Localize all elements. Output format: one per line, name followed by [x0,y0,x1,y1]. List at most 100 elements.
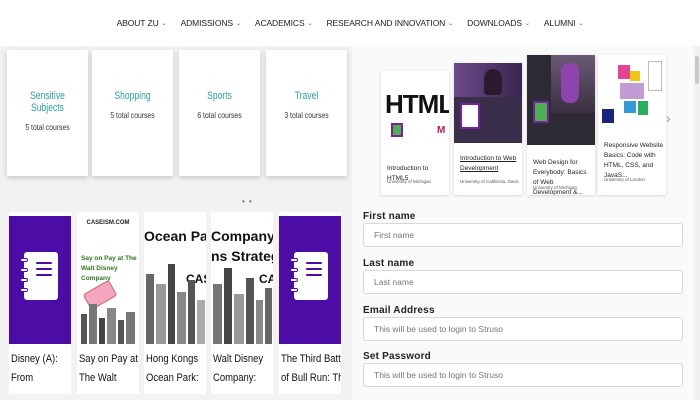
book-cover: CASEISM.COM Say on Pay at The Walt Disne… [77,216,139,344]
course-title: Responsive Website Basics: Code with HTM… [604,142,664,179]
password-label: Set Password [363,351,431,362]
course-university: University of London [604,177,646,182]
course-title-link[interactable]: Introduction to Web Development [460,154,520,174]
book-title-line: From [11,372,34,384]
notebook-icon [20,252,58,300]
category-count: 5 total courses [25,122,70,132]
category-count: 6 total courses [197,110,242,120]
chevron-down-icon: ⌄ [578,20,584,27]
chevron-down-icon: ⌄ [448,20,454,27]
category-title: Sensitive Subjects [30,90,65,114]
course-card-intro-web-dev[interactable]: Introduction to Web Development Universi… [454,63,522,195]
chevron-down-icon: ⌄ [524,20,530,27]
chevron-down-icon: ⌄ [161,20,167,27]
nav-alumni-label: ALUMNI [543,18,576,28]
nav-academics[interactable]: ACADEMICS ⌄ [255,18,313,28]
course-university: University of Michigan [533,185,578,190]
cover-text: Ocean Park Tal [144,228,206,244]
nav-downloads[interactable]: DOWNLOADS ⌄ [467,18,530,28]
nav-research-label: RESEARCH AND INNOVATION [326,18,446,28]
scrollbar-thumb[interactable] [695,56,699,84]
book-title-line: Walt Disney [213,353,264,365]
davis-logo-icon [460,103,480,129]
category-card-travel[interactable]: Travel 3 total courses [266,50,347,176]
main-navigation: ABOUT ZU ⌄ ADMISSIONS ⌄ ACADEMICS ⌄ RESE… [0,0,700,46]
book-title-line: The Walt [79,372,117,384]
course-university: University of California, Davis [460,179,519,184]
book-card-ocean-park[interactable]: Ocean Park Tal CAS Hong Kongs Ocean Park… [144,212,206,394]
book-cover [9,216,71,344]
category-title: Shopping [114,90,151,102]
course-thumbnail [598,55,666,145]
person-icon [561,63,579,103]
chevron-down-icon: ⌄ [307,20,313,27]
london-logo-icon [602,109,614,123]
last-name-field[interactable] [363,270,683,294]
course-card-web-design[interactable]: Web Design for Everybody: Basics of Web … [527,55,595,195]
book-card-disney-a[interactable]: Disney (A): From [9,212,71,394]
book-icon [648,61,662,91]
city-skyline-icon [146,264,205,344]
course-thumbnail [527,55,595,145]
cover-text: Company Invest [211,228,273,244]
email-label: Email Address [363,305,435,316]
category-title: Travel [294,90,319,102]
course-thumbnail: HTML M [381,71,449,156]
chevron-down-icon: ⌄ [235,20,241,27]
course-thumbnail [454,63,522,143]
category-card-shopping[interactable]: Shopping 5 total courses [92,50,173,176]
carousel-dots[interactable]: • • [242,197,253,206]
course-card-html5[interactable]: HTML M Introduction to HTML5 University … [381,71,449,195]
nav-admissions[interactable]: ADMISSIONS ⌄ [181,18,241,28]
book-title-line: Hong Kongs [146,353,199,365]
book-title: Hong Kongs Ocean Park: [146,350,199,388]
book-title: Say on Pay at The Walt [79,350,138,388]
book-cover: Company Invest ns Strategy CAS [211,216,273,344]
book-title-line: The Third Battle [281,353,341,365]
m-logo-icon: M [437,125,446,136]
nav-about[interactable]: ABOUT ZU ⌄ [117,18,167,28]
first-name-label: First name [363,211,416,222]
nav-admissions-label: ADMISSIONS [180,18,233,28]
nav-downloads-label: DOWNLOADS [467,18,522,28]
category-card-sensitive-subjects[interactable]: Sensitive Subjects 5 total courses [7,50,88,176]
city-skyline-icon [213,268,272,344]
city-skyline-icon [81,304,135,344]
book-title-line: Company: [213,372,257,384]
person-icon [484,69,502,95]
book-title: Walt Disney Company: [213,350,266,388]
course-university: University of Michigan [387,179,432,184]
book-card-walt-disney-company[interactable]: Company Invest ns Strategy CAS Walt Disn… [211,212,273,394]
michigan-logo-icon [533,101,549,123]
book-title-line: Ocean Park: [146,372,199,384]
email-field[interactable] [363,317,683,341]
category-count: 5 total courses [110,110,155,120]
block-icon [618,65,630,79]
book-title-line: of Bull Run: The [281,372,341,384]
nav-research[interactable]: RESEARCH AND INNOVATION ⌄ [326,18,453,28]
nav-academics-label: ACADEMICS [254,18,305,28]
book-card-say-on-pay[interactable]: CASEISM.COM Say on Pay at The Walt Disne… [77,212,139,394]
category-card-sports[interactable]: Sports 6 total courses [179,50,260,176]
book-title-line: Disney (A): [11,353,58,365]
nav-alumni[interactable]: ALUMNI ⌄ [543,18,584,28]
chevron-right-icon[interactable]: › [666,110,671,126]
notebook-icon [290,252,328,300]
book-cover: Ocean Park Tal CAS [144,216,206,344]
michigan-logo-icon [391,123,403,137]
book-title: Disney (A): From [11,350,64,388]
cover-brand: CASEISM.COM [86,220,130,226]
last-name-label: Last name [363,258,415,269]
book-cover [279,216,341,344]
book-title-line: Say on Pay at [79,353,138,365]
nav-about-label: ABOUT ZU [116,18,159,28]
scrollbar-track[interactable] [694,46,700,400]
password-field[interactable] [363,363,683,387]
cover-text: HTML [385,89,449,119]
category-count: 3 total courses [284,110,329,120]
book-title: The Third Battle of Bull Run: The [281,350,341,388]
course-card-responsive-website[interactable]: Responsive Website Basics: Code with HTM… [598,55,666,195]
first-name-field[interactable] [363,223,683,247]
book-card-third-battle[interactable]: The Third Battle of Bull Run: The [279,212,341,394]
category-title: Sports [207,90,232,102]
